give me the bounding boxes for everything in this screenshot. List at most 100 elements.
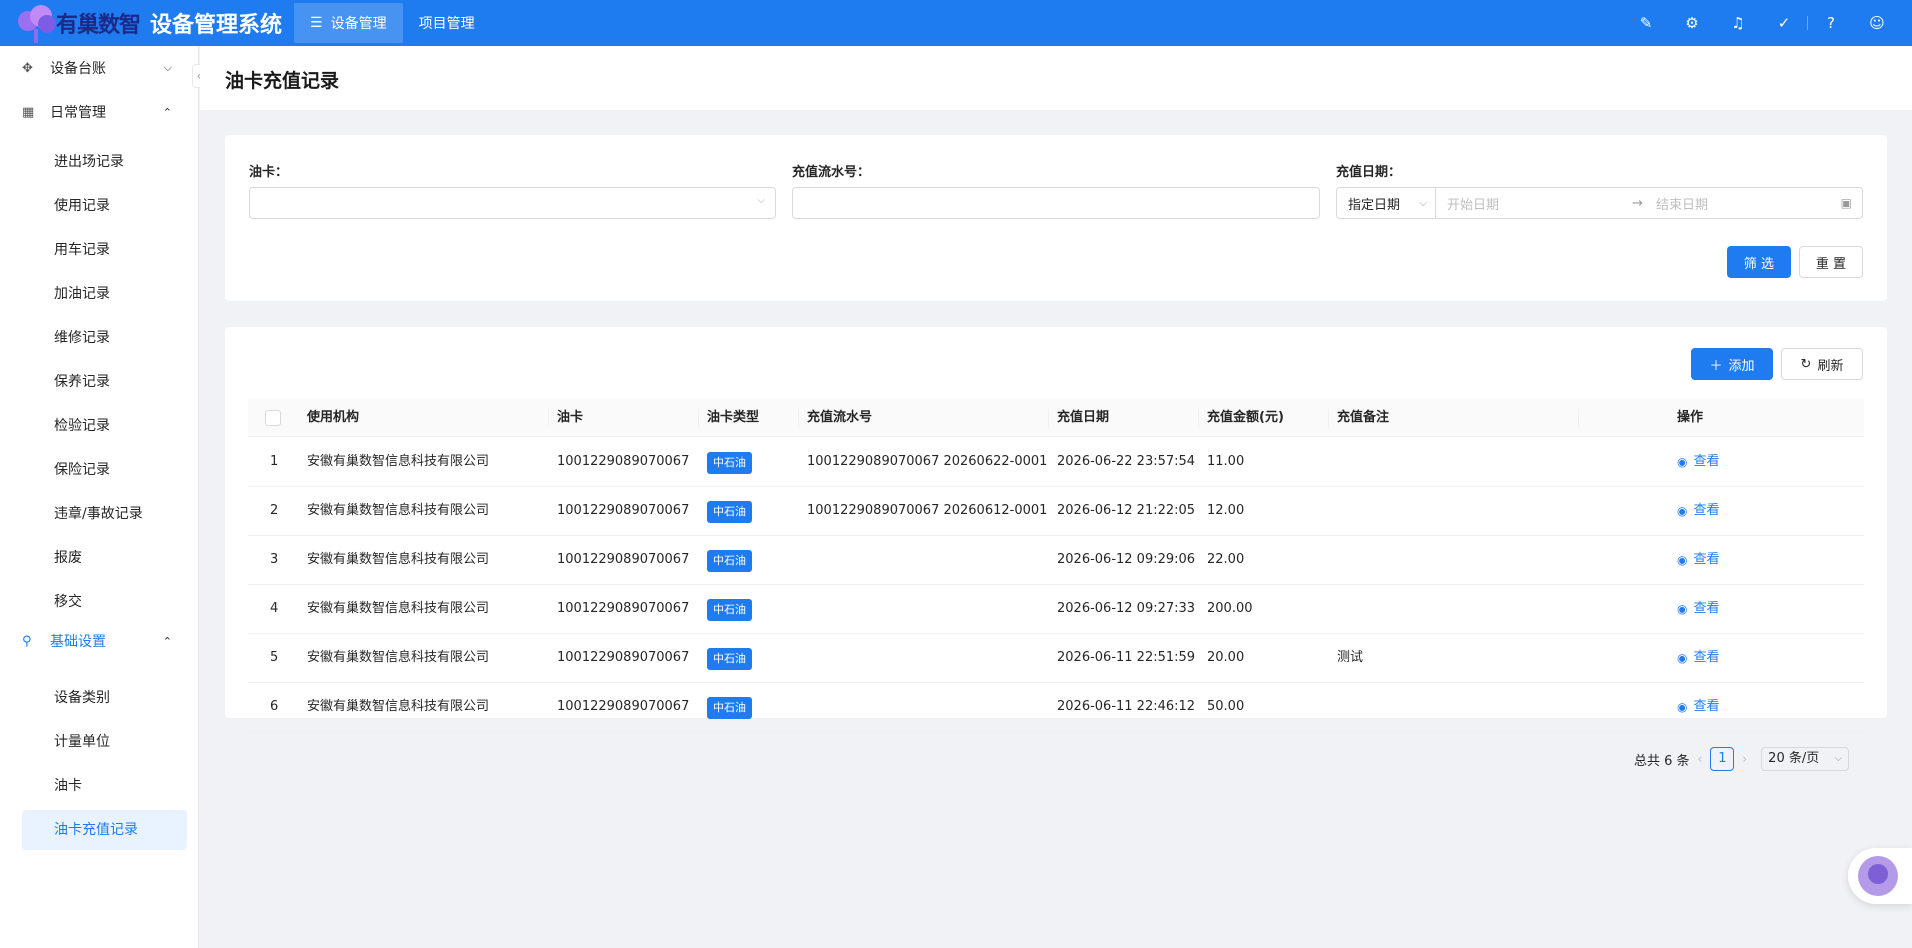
page-size-select[interactable]: 20 条/页 ⌵	[1761, 747, 1850, 771]
sidebar-item-fuel-card-recharge[interactable]: 油卡充值记录	[22, 810, 187, 850]
topnav-label: 设备管理	[330, 16, 387, 32]
add-button[interactable]: ＋ 添加	[1691, 348, 1773, 380]
end-date-placeholder[interactable]: 结束日期	[1656, 194, 1708, 213]
chevron-down-icon: ⌵	[163, 61, 172, 74]
sidebar-item-unit[interactable]: 计量单位	[22, 722, 187, 762]
sidebar-group-basic-settings[interactable]: ⚲ 基础设置 ⌃	[22, 631, 172, 651]
sidebar-group-label: 基础设置	[50, 634, 106, 650]
topnav-project-management[interactable]: 项目管理	[403, 3, 491, 43]
sidebar-item-maintenance[interactable]: 保养记录	[22, 362, 187, 402]
chevron-up-icon: ⌃	[162, 105, 172, 119]
refresh-button[interactable]: ↻ 刷新	[1781, 348, 1863, 380]
cell-serial: 1001229089070067 20260612-0001	[807, 503, 1048, 518]
date-type-value: 指定日期	[1348, 197, 1401, 213]
sidebar-item-entry-exit[interactable]: 进出场记录	[22, 142, 187, 182]
sidebar-item-insurance[interactable]: 保险记录	[22, 450, 187, 490]
eye-icon: ◉	[1677, 700, 1688, 714]
view-link[interactable]: ◉ 查看	[1677, 487, 1720, 535]
row-index: 5	[270, 650, 279, 665]
assistant-float-button[interactable]	[1848, 848, 1912, 904]
date-range-picker[interactable]: 开始日期 → 结束日期 ▣	[1436, 187, 1863, 219]
bell-icon[interactable]: ♫	[1715, 14, 1761, 32]
sidebar-item-inspection[interactable]: 检验记录	[22, 406, 187, 446]
view-link[interactable]: ◉ 查看	[1677, 634, 1720, 682]
divider	[1198, 409, 1199, 427]
eye-icon: ◉	[1677, 553, 1688, 567]
check-circle-icon[interactable]: ✓	[1761, 14, 1807, 32]
eye-icon: ◉	[1677, 602, 1688, 616]
card-type-tag: 中石油	[707, 697, 752, 719]
system-title: 设备管理系统	[150, 13, 283, 38]
card-type-tag: 中石油	[707, 599, 752, 621]
cell-date: 2026-06-12 21:22:05	[1057, 503, 1196, 518]
view-link[interactable]: ◉ 查看	[1677, 536, 1720, 584]
assistant-avatar	[1858, 856, 1898, 896]
page-header: 油卡充值记录	[200, 46, 1912, 110]
cell-date: 2026-06-11 22:51:59	[1057, 650, 1196, 665]
view-label: 查看	[1693, 503, 1720, 518]
sidebar-item-violation[interactable]: 违章/事故记录	[22, 494, 187, 534]
col-card-type: 油卡类型	[707, 410, 760, 425]
sidebar-item-usage[interactable]: 使用记录	[22, 186, 187, 226]
sidebar-item-device-category[interactable]: 设备类别	[22, 678, 187, 718]
brush-icon[interactable]: ✎	[1623, 14, 1669, 32]
view-link[interactable]: ◉ 查看	[1677, 438, 1720, 486]
sidebar-item-repair[interactable]: 维修记录	[22, 318, 187, 358]
cell-remark: 测试	[1337, 650, 1364, 665]
add-button-label: 添加	[1728, 358, 1755, 374]
divider	[698, 409, 699, 427]
table-card: ＋ 添加 ↻ 刷新 使用机构 油卡 油卡类型 充值流水号 充值日期 充值金额(元…	[225, 327, 1887, 732]
row-index: 6	[270, 699, 279, 714]
sidebar-item-scrap[interactable]: 报废	[22, 538, 187, 578]
col-serial: 充值流水号	[807, 410, 873, 425]
prev-page-icon[interactable]: ‹	[1698, 752, 1703, 766]
date-filter: 指定日期 ⌵ 开始日期 → 结束日期 ▣	[1336, 187, 1863, 219]
cell-org: 安徽有巢数智信息科技有限公司	[307, 601, 490, 616]
help-icon[interactable]: ?	[1808, 14, 1854, 32]
total-count: 总共 6 条	[1634, 753, 1690, 769]
search-button[interactable]: 筛 选	[1727, 246, 1791, 278]
start-date-placeholder[interactable]: 开始日期	[1447, 194, 1499, 213]
cell-date: 2026-06-11 22:46:12	[1057, 699, 1196, 714]
view-link[interactable]: ◉ 查看	[1677, 585, 1720, 633]
serial-input[interactable]	[792, 187, 1320, 219]
page-button-current[interactable]: 1	[1710, 747, 1735, 771]
sidebar-group-daily-management[interactable]: ▦ 日常管理 ⌃	[22, 102, 172, 122]
arrow-right-icon: →	[1632, 195, 1643, 211]
cell-amount: 200.00	[1207, 601, 1253, 616]
next-page-icon[interactable]: ›	[1742, 752, 1747, 766]
topnav-device-management[interactable]: ☰ 设备管理	[294, 3, 403, 43]
topnav-label: 项目管理	[418, 16, 475, 32]
date-type-select[interactable]: 指定日期 ⌵	[1336, 187, 1436, 219]
sidebar-item-transfer[interactable]: 移交	[22, 582, 187, 622]
filter-card: 油卡： ⌵ 充值流水号： 充值日期： 指定日期 ⌵ 开始日期 → 结束日期 ▣ …	[225, 135, 1887, 301]
divider	[1048, 409, 1049, 427]
logo-text: 有巢数智	[56, 13, 141, 38]
sidebar-item-fuel-card[interactable]: 油卡	[22, 766, 187, 806]
col-org: 使用机构	[307, 410, 360, 425]
sidebar-item-vehicle-use[interactable]: 用车记录	[22, 230, 187, 270]
reset-button[interactable]: 重 置	[1799, 246, 1863, 278]
gear-icon[interactable]: ⚙	[1669, 14, 1715, 32]
table-row: 1 安徽有巢数智信息科技有限公司 1001229089070067 中石油 10…	[248, 438, 1864, 487]
view-link[interactable]: ◉ 查看	[1677, 683, 1720, 731]
cell-serial: 1001229089070067 20260622-0001	[807, 454, 1048, 469]
table-header: 使用机构 油卡 油卡类型 充值流水号 充值日期 充值金额(元) 充值备注 操作	[248, 399, 1864, 437]
sidebar-group-label: 日常管理	[50, 105, 106, 121]
top-bar: 有巢数智 设备管理系统 ☰ 设备管理 项目管理 ✎ ⚙ ♫ ✓ ? ☺	[0, 0, 1912, 46]
card-type-tag: 中石油	[707, 452, 752, 474]
sidebar-item-refuel[interactable]: 加油记录	[22, 274, 187, 314]
sidebar-group-device-ledger[interactable]: ✥ 设备台账 ⌵	[22, 58, 172, 78]
user-icon[interactable]: ☺	[1854, 14, 1900, 32]
cell-amount: 11.00	[1207, 454, 1245, 469]
divider	[1578, 409, 1579, 427]
select-all-checkbox[interactable]	[265, 410, 281, 426]
cell-org: 安徽有巢数智信息科技有限公司	[307, 552, 490, 567]
date-label: 充值日期：	[1336, 165, 1402, 180]
fuel-card-select[interactable]: ⌵	[249, 187, 776, 219]
divider	[548, 409, 549, 427]
cell-card: 1001229089070067	[557, 552, 690, 567]
cell-date: 2026-06-12 09:27:33	[1057, 601, 1196, 616]
cell-amount: 50.00	[1207, 699, 1245, 714]
col-remark: 充值备注	[1337, 410, 1390, 425]
